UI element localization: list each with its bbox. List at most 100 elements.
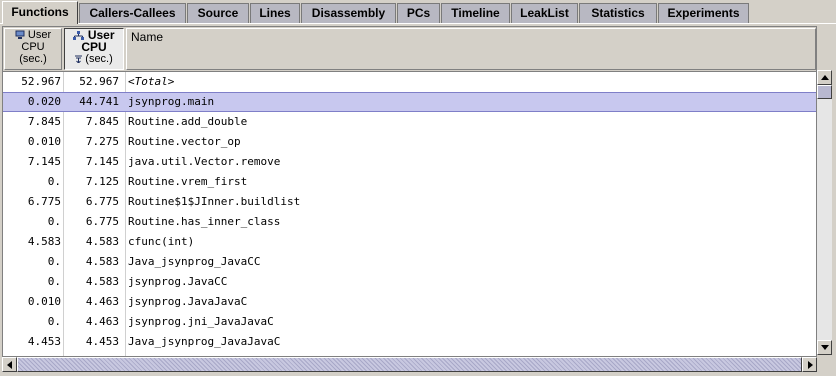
header-inclusive-word3: (sec.) (85, 53, 113, 65)
header-name[interactable]: Name (126, 28, 816, 70)
function-name: cfunc(int) (128, 235, 195, 248)
exclusive-cpu-value: 0. (47, 215, 61, 228)
inclusive-cpu-value: 7.145 (85, 155, 119, 168)
tab-callers-callees[interactable]: Callers-Callees (79, 3, 186, 23)
exclusive-cpu-value: 0. (47, 275, 61, 288)
exclusive-cpu-value: 6.775 (27, 195, 61, 208)
tab-timeline[interactable]: Timeline (441, 3, 510, 23)
tab-functions-label: Functions (11, 5, 69, 19)
table-row[interactable]: 0. 4.583 Java_jsynprog_JavaCC (3, 252, 816, 272)
tab-pcs-label: PCs (406, 6, 431, 20)
scroll-up-button[interactable] (817, 70, 832, 85)
table-row[interactable]: 4.583 4.583 cfunc(int) (3, 232, 816, 252)
exclusive-cpu-value: 0. (47, 255, 61, 268)
header-name-label: Name (131, 30, 164, 44)
tab-experiments-label: Experiments (667, 6, 740, 20)
scroll-right-button[interactable] (802, 357, 817, 372)
tab-leaklist[interactable]: LeakList (511, 3, 578, 23)
table-row[interactable]: 0. 4.583 jsynprog.JavaCC (3, 272, 816, 292)
function-name: <Total> (128, 75, 175, 88)
tab-lines-label: Lines (259, 6, 291, 20)
vertical-scrollbar[interactable] (817, 70, 832, 355)
inclusive-cpu-value: 6.775 (85, 195, 119, 208)
exclusive-cpu-value: 0.020 (27, 95, 61, 108)
header-exclusive-line3: (sec.) (19, 53, 47, 65)
scroll-left-button[interactable] (2, 357, 17, 372)
functions-table: User CPU (sec.) User CPU (sec.) Name 52.… (2, 26, 817, 357)
table-header: User CPU (sec.) User CPU (sec.) Name (3, 27, 816, 72)
inclusive-cpu-value: 4.583 (85, 255, 119, 268)
arrow-up-icon (821, 75, 829, 80)
tab-statistics[interactable]: Statistics (579, 3, 657, 23)
function-name: Routine.vector_op (128, 135, 241, 148)
exclusive-cpu-value: 4.453 (27, 335, 61, 348)
function-name: jsynprog.JavaCC (128, 275, 228, 288)
table-row[interactable]: 0.010 4.463 jsynprog.JavaJavaC (3, 292, 816, 312)
vertical-scroll-thumb[interactable] (817, 85, 832, 99)
header-corner (817, 26, 832, 68)
tab-leaklist-label: LeakList (520, 6, 569, 20)
exclusive-cpu-value: 7.145 (27, 155, 61, 168)
tab-strip: Functions Callers-Callees Source Lines D… (0, 0, 836, 25)
tab-disassembly-label: Disassembly (311, 6, 386, 20)
table-row[interactable]: 7.845 7.845 Routine.add_double (3, 112, 816, 132)
function-name: Routine.has_inner_class (128, 215, 281, 228)
exclusive-metric-icon (15, 30, 25, 40)
arrow-right-icon (808, 361, 813, 369)
inclusive-cpu-value: 4.583 (85, 235, 119, 248)
table-row[interactable]: 0.010 7.275 Routine.vector_op (3, 132, 816, 152)
table-row[interactable]: 0. 4.463 jsynprog.jni_JavaJavaC (3, 312, 816, 332)
tab-source[interactable]: Source (187, 3, 249, 23)
header-inclusive-line2: CPU (81, 40, 107, 54)
header-inclusive-user-cpu[interactable]: User CPU (sec.) (64, 28, 124, 70)
function-name: Java_jsynprog_JavaCC (128, 255, 261, 268)
table-row[interactable]: 6.775 6.775 Routine$1$JInner.buildlist (3, 192, 816, 212)
tab-source-label: Source (197, 6, 239, 20)
function-name: Routine.add_double (128, 115, 248, 128)
table-row[interactable]: 0. 7.125 Routine.vrem_first (3, 172, 816, 192)
function-name: Routine.vrem_first (128, 175, 248, 188)
function-name: Java_jsynprog_JavaJavaC (128, 335, 281, 348)
tab-pcs[interactable]: PCs (397, 3, 440, 23)
table-row[interactable]: 7.145 7.145 java.util.Vector.remove (3, 152, 816, 172)
exclusive-cpu-value: 52.967 (21, 75, 61, 88)
function-name: jsynprog.jni_JavaJavaC (128, 315, 274, 328)
horizontal-scrollbar[interactable] (2, 357, 832, 372)
function-name: Routine$1$JInner.buildlist (128, 195, 301, 208)
tab-experiments[interactable]: Experiments (658, 3, 749, 23)
exclusive-cpu-value: 0.010 (27, 295, 61, 308)
function-name: java.util.Vector.remove (128, 155, 281, 168)
exclusive-cpu-value: 0. (47, 175, 61, 188)
tab-functions[interactable]: Functions (2, 1, 78, 24)
exclusive-cpu-value: 7.845 (27, 115, 61, 128)
header-exclusive-user-cpu[interactable]: User CPU (sec.) (4, 28, 62, 70)
inclusive-cpu-value: 4.463 (85, 315, 119, 328)
inclusive-cpu-value: 7.125 (85, 175, 119, 188)
vertical-scroll-track[interactable] (817, 85, 832, 340)
arrow-left-icon (7, 361, 12, 369)
function-name: jsynprog.main (128, 95, 215, 108)
inclusive-cpu-value: 6.775 (85, 215, 119, 228)
table-row[interactable]: 0. 6.775 Routine.has_inner_class (3, 212, 816, 232)
header-inclusive-line3: (sec.) (65, 53, 123, 65)
horizontal-scroll-thumb[interactable] (17, 357, 802, 372)
scroll-down-button[interactable] (817, 340, 832, 355)
table-row[interactable]: 52.967 52.967 <Total> (3, 72, 816, 92)
functions-panel: User CPU (sec.) User CPU (sec.) Name 52.… (0, 24, 836, 376)
table-row[interactable]: 4.453 4.453 Java_jsynprog_JavaJavaC (3, 332, 816, 352)
exclusive-cpu-value: 0.010 (27, 135, 61, 148)
inclusive-cpu-value: 52.967 (79, 75, 119, 88)
sort-descending-icon (75, 55, 83, 64)
table-row-selected[interactable]: 0.020 44.741 jsynprog.main (3, 92, 816, 112)
tab-disassembly[interactable]: Disassembly (301, 3, 396, 23)
tab-lines[interactable]: Lines (250, 3, 300, 23)
inclusive-cpu-value: 4.583 (85, 275, 119, 288)
tab-statistics-label: Statistics (591, 6, 645, 20)
function-name: jsynprog.JavaJavaC (128, 295, 248, 308)
inclusive-cpu-value: 4.463 (85, 295, 119, 308)
tab-timeline-label: Timeline (451, 6, 500, 20)
inclusive-cpu-value: 4.453 (85, 335, 119, 348)
inclusive-cpu-value: 7.275 (85, 135, 119, 148)
arrow-down-icon (821, 345, 829, 350)
header-exclusive-line1: User (5, 29, 61, 41)
